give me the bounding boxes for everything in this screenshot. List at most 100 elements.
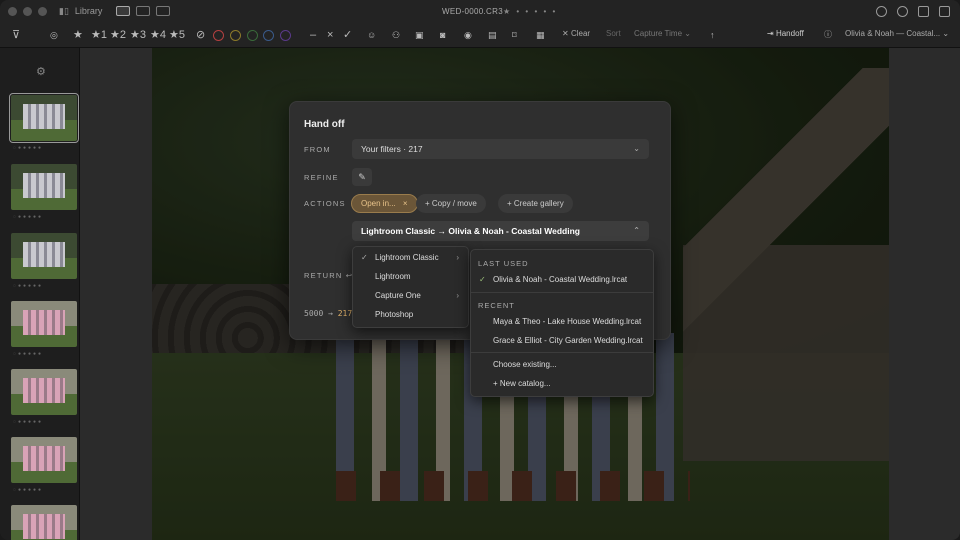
new-catalog-button[interactable]: + New catalog... bbox=[471, 375, 653, 393]
document-icon[interactable]: ▤ bbox=[488, 28, 497, 42]
target-select[interactable]: Lightroom Classic → Olivia & Noah - Coas… bbox=[352, 221, 649, 241]
panel-toggle-icon[interactable] bbox=[939, 5, 950, 17]
info-icon[interactable] bbox=[876, 5, 887, 17]
info-circle-icon[interactable]: ⓘ bbox=[824, 28, 832, 42]
menu-item-lightroom-classic[interactable]: Lightroom Classic › bbox=[353, 248, 468, 267]
thumbnail[interactable] bbox=[11, 437, 77, 483]
thumbnail[interactable] bbox=[11, 505, 77, 540]
app-dropdown-menu: Lightroom Classic › Lightroom Capture On… bbox=[352, 246, 469, 328]
catalog-item-last-used[interactable]: Olivia & Noah - Coastal Wedding.lrcat bbox=[471, 271, 653, 289]
close-icon[interactable]: × bbox=[403, 199, 408, 208]
face-icon[interactable]: ☺ bbox=[367, 28, 376, 42]
recent-header: RECENT bbox=[478, 301, 515, 310]
thumbnail-meta-icon: ◌●●●●● bbox=[13, 351, 44, 357]
from-label: FROM bbox=[304, 145, 331, 154]
filter-toolbar: ⊽ ◎ ★ ★1 ★2 ★3 ★4 ★5 ⊘ – × ✓ ☺ ⚇ ▣ ◙ ◉ ▤… bbox=[0, 22, 960, 48]
library-breadcrumb[interactable]: Library bbox=[75, 6, 103, 16]
open-in-label: Open in... bbox=[361, 199, 396, 208]
catalog-item-label: Maya & Theo - Lake House Wedding.lrcat bbox=[493, 317, 642, 326]
from-select[interactable]: Your filters · 217 ⌄ bbox=[352, 139, 649, 159]
filter-icon[interactable]: ⊽ bbox=[12, 28, 20, 42]
panel-title: Hand off bbox=[304, 119, 345, 130]
comment-icon[interactable] bbox=[897, 5, 908, 17]
star-filter-5[interactable]: ★5 bbox=[169, 28, 185, 42]
last-used-header: LAST USED bbox=[478, 259, 529, 268]
chevron-up-icon: ⌃ bbox=[633, 226, 640, 235]
pencil-icon[interactable]: ✎ bbox=[352, 168, 372, 186]
reject-icon[interactable]: – bbox=[310, 28, 316, 42]
minimize-window-button[interactable] bbox=[23, 6, 32, 16]
sidebar-toggle-icon[interactable]: ▮▯ bbox=[59, 6, 69, 17]
handoff-button[interactable]: ⇥ Handoff bbox=[767, 29, 804, 38]
choose-existing-label: Choose existing... bbox=[493, 360, 557, 369]
thumbnail-meta-icon: ◌●●●●● bbox=[13, 419, 44, 425]
return-label: RETURN ↩ bbox=[304, 271, 354, 280]
sort-value: Capture Time bbox=[634, 29, 683, 38]
star-filter-2[interactable]: ★2 bbox=[110, 28, 126, 42]
choose-existing-catalog[interactable]: Choose existing... bbox=[471, 356, 653, 374]
green-label-filter[interactable] bbox=[247, 30, 258, 41]
sort-label: Sort bbox=[606, 29, 621, 38]
zoom-window-button[interactable] bbox=[38, 6, 47, 16]
catalog-item-label: Olivia & Noah - Coastal Wedding.lrcat bbox=[493, 275, 628, 284]
thumbnail-meta-icon: ◌●●●●● bbox=[13, 283, 44, 289]
close-window-button[interactable] bbox=[8, 6, 17, 16]
thumbnail-meta-icon: ◌●●●●● bbox=[13, 487, 44, 493]
copy-move-button[interactable]: + Copy / move bbox=[416, 194, 486, 213]
divider bbox=[471, 292, 653, 293]
create-gallery-button[interactable]: + Create gallery bbox=[498, 194, 573, 213]
title-bar: ▮▯ Library WED-0000.CR3 ★ • • • • • bbox=[0, 0, 960, 22]
menu-item-capture-one[interactable]: Capture One › bbox=[353, 286, 468, 305]
tag-icon[interactable]: ⌑ bbox=[512, 28, 517, 42]
thumbnail[interactable] bbox=[11, 369, 77, 415]
sort-direction-icon[interactable]: ↑ bbox=[710, 28, 715, 42]
sort-select[interactable]: Capture Time ⌄ bbox=[634, 29, 691, 38]
star-filter-3[interactable]: ★3 bbox=[130, 28, 146, 42]
thumbnail-meta-icon: ◌●●●●● bbox=[13, 214, 44, 220]
thumbnail[interactable] bbox=[11, 301, 77, 347]
thumbnail[interactable] bbox=[9, 93, 79, 143]
chevron-right-icon: › bbox=[456, 253, 459, 262]
menu-item-lightroom[interactable]: Lightroom bbox=[353, 267, 468, 286]
purple-label-filter[interactable] bbox=[280, 30, 291, 41]
from-value: Your filters · 217 bbox=[361, 144, 423, 154]
catalog-item-recent[interactable]: Grace & Elliot - City Garden Wedding.lrc… bbox=[471, 332, 653, 350]
people-icon[interactable]: ⚇ bbox=[392, 28, 400, 42]
actions-label: ACTIONS bbox=[304, 199, 346, 208]
gear-icon[interactable]: ⚙ bbox=[36, 65, 46, 78]
grid-view-button[interactable] bbox=[136, 6, 151, 16]
star-filter-1[interactable]: ★1 bbox=[91, 28, 107, 42]
catalog-item-recent[interactable]: Maya & Theo - Lake House Wedding.lrcat bbox=[471, 313, 653, 331]
catalog-submenu: LAST USED Olivia & Noah - Coastal Weddin… bbox=[470, 249, 654, 397]
pick-icon[interactable]: ✓ bbox=[343, 28, 352, 42]
count-from: 5000 → bbox=[304, 309, 333, 318]
star-filter-any[interactable]: ★ bbox=[73, 28, 83, 42]
thumbnail[interactable] bbox=[11, 233, 77, 279]
no-label-icon[interactable]: ⊘ bbox=[196, 28, 205, 42]
menu-item-label: Lightroom bbox=[375, 272, 411, 281]
unflag-icon[interactable]: × bbox=[327, 28, 333, 42]
compare-view-button[interactable] bbox=[156, 6, 171, 16]
image-icon[interactable]: ▣ bbox=[415, 28, 424, 42]
divider bbox=[471, 352, 653, 353]
current-rating[interactable]: ★ • • • • • bbox=[503, 7, 557, 16]
yellow-label-filter[interactable] bbox=[230, 30, 241, 41]
clear-filters-button[interactable]: ✕ Clear bbox=[562, 29, 590, 38]
star-filter-4[interactable]: ★4 bbox=[150, 28, 166, 42]
camera-icon[interactable]: ◙ bbox=[440, 28, 445, 42]
menu-item-photoshop[interactable]: Photoshop bbox=[353, 305, 468, 324]
loupe-view-button[interactable] bbox=[116, 6, 131, 16]
red-label-filter[interactable] bbox=[213, 30, 224, 41]
lens-icon[interactable]: ◉ bbox=[464, 28, 472, 42]
thumbnail[interactable] bbox=[11, 164, 77, 210]
new-catalog-label: + New catalog... bbox=[493, 379, 551, 388]
open-in-chip[interactable]: Open in... × bbox=[351, 194, 418, 213]
catalog-label: Olivia & Noah — Coastal... bbox=[845, 29, 941, 38]
export-icon[interactable] bbox=[918, 5, 929, 17]
chevron-down-icon: ⌄ bbox=[633, 144, 640, 153]
catalog-select[interactable]: Olivia & Noah — Coastal... ⌄ bbox=[845, 29, 949, 38]
flag-filter-icon[interactable]: ◎ bbox=[50, 28, 58, 42]
calendar-icon[interactable]: ▦ bbox=[536, 28, 545, 42]
blue-label-filter[interactable] bbox=[263, 30, 274, 41]
view-mode-switcher bbox=[116, 6, 171, 16]
